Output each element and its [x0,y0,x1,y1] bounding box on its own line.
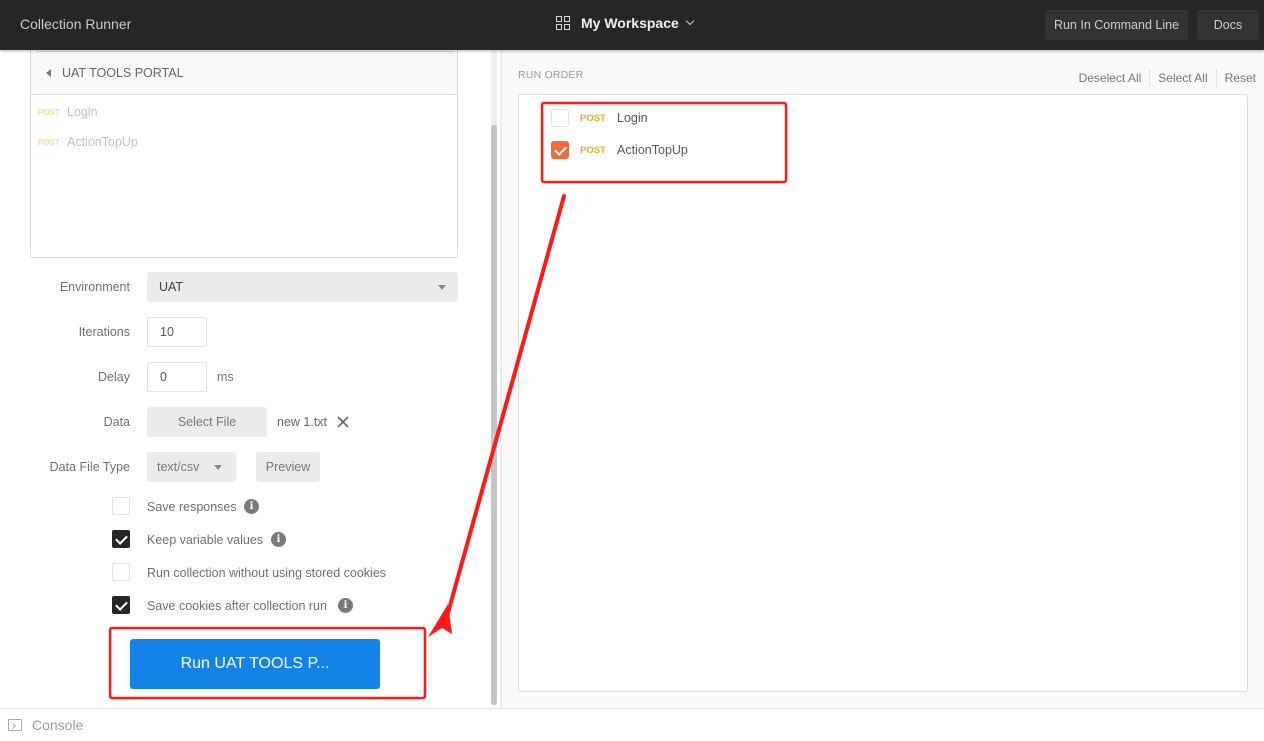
remove-file-icon[interactable] [336,415,350,429]
chevron-down-icon [685,16,695,26]
grid-icon [556,16,570,30]
request-name: Login [67,105,98,119]
data-label: Data [103,415,130,429]
delay-input[interactable] [148,363,206,391]
delay-input-wrap [147,362,207,392]
run-order-item[interactable]: POST Login [551,109,648,127]
request-name: ActionTopUp [67,135,138,149]
run-order-checkbox[interactable] [551,141,569,159]
request-method: POST [580,112,606,124]
console-bar: Console [0,708,1264,741]
iterations-label: Iterations [78,325,130,339]
runner-config-panel: UAT TOOLS PORTAL POST Login POST ActionT… [0,50,500,708]
run-without-cookies-checkbox[interactable] [112,563,130,581]
divider [1215,69,1217,87]
request-method: POST [38,137,60,147]
divider [1149,69,1151,87]
save-cookies-label: Save cookies after collection run [147,599,327,613]
run-order-actions: Deselect All Select All Reset [1079,69,1256,87]
collection-header[interactable]: UAT TOOLS PORTAL [31,52,457,95]
request-method: POST [580,144,606,156]
run-order-list: POST Login POST ActionTopUp [518,94,1248,692]
docs-button[interactable]: Docs [1197,10,1259,40]
run-order-title: RUN ORDER [518,69,584,81]
run-in-command-line-button[interactable]: Run In Command Line [1045,10,1188,40]
request-name: Login [617,111,648,125]
info-icon[interactable]: i [244,499,259,514]
run-without-cookies-label: Run collection without using stored cook… [147,566,387,580]
select-file-button[interactable]: Select File [147,407,267,437]
scrollbar-thumb[interactable] [491,125,497,705]
request-method: POST [38,107,60,117]
top-bar: Collection Runner My Workspace Run In Co… [0,0,1264,50]
keep-variable-values-checkbox[interactable] [112,530,130,548]
preview-button[interactable]: Preview [256,452,320,482]
app-title: Collection Runner [20,16,132,32]
keep-variable-values-label: Keep variable values [147,533,264,547]
workspace-switcher[interactable]: My Workspace [556,15,695,31]
collection-name: UAT TOOLS PORTAL [62,66,184,80]
save-cookies-checkbox[interactable] [112,596,130,614]
info-icon[interactable]: i [338,598,353,613]
delay-unit: ms [217,370,234,384]
collection-request-item[interactable]: POST Login [38,105,98,119]
workspace-label: My Workspace [581,15,679,31]
collection-box: UAT TOOLS PORTAL POST Login POST ActionT… [30,50,458,258]
console-button[interactable]: Console [32,717,83,733]
deselect-all-link[interactable]: Deselect All [1079,71,1142,85]
data-file-name: new 1.txt [277,415,328,429]
run-collection-button[interactable]: Run UAT TOOLS P... [130,639,380,689]
run-order-panel: RUN ORDER Deselect All Select All Reset … [502,50,1264,708]
dropdown-arrow-icon [214,465,222,470]
delay-label: Delay [98,370,130,384]
collection-request-item[interactable]: POST ActionTopUp [38,135,138,149]
data-file-type-label: Data File Type [49,460,130,474]
request-name: ActionTopUp [617,143,688,157]
back-caret-icon[interactable] [46,69,51,77]
environment-select[interactable]: UAT [147,272,458,302]
console-icon[interactable] [8,719,22,731]
info-icon[interactable]: i [271,532,286,547]
data-file-type-value: text/csv [157,460,200,474]
dropdown-arrow-icon [438,285,446,290]
environment-label: Environment [59,280,130,294]
save-responses-checkbox[interactable] [112,497,130,515]
save-responses-label: Save responses [147,500,237,514]
select-all-link[interactable]: Select All [1158,71,1207,85]
run-order-item[interactable]: POST ActionTopUp [551,141,688,159]
environment-value: UAT [159,280,184,294]
run-order-checkbox[interactable] [551,109,569,127]
iterations-input-wrap [147,317,207,347]
data-file-type-select[interactable]: text/csv [147,452,236,482]
reset-link[interactable]: Reset [1225,71,1256,85]
iterations-input[interactable] [148,318,206,346]
